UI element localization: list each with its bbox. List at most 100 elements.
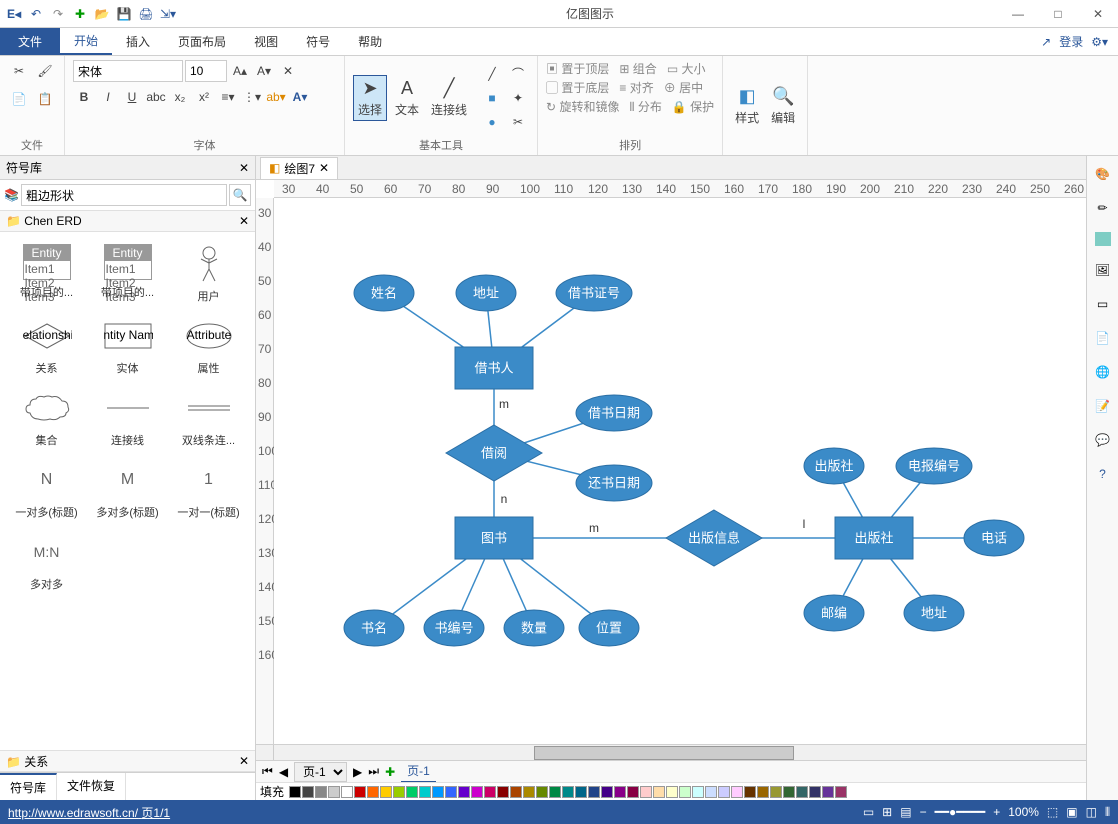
tab-file-recovery[interactable]: 文件恢复	[57, 773, 126, 800]
close-library-icon[interactable]: ✕	[239, 214, 249, 228]
close-collapsed-icon[interactable]: ✕	[239, 754, 249, 768]
page-nav-next[interactable]: ▶	[353, 765, 362, 779]
size-button[interactable]: ▭ 大小	[667, 60, 706, 77]
font-size-select[interactable]	[185, 60, 227, 82]
close-button[interactable]: ✕	[1078, 0, 1118, 28]
style-button[interactable]: ◧ 样式	[731, 84, 763, 128]
color-swatch[interactable]	[744, 786, 756, 798]
print-icon[interactable]: 🖨	[136, 4, 156, 24]
color-swatch[interactable]	[614, 786, 626, 798]
clear-format-icon[interactable]: ✕	[277, 60, 299, 82]
color-swatch[interactable]	[731, 786, 743, 798]
bold-button[interactable]: B	[73, 86, 95, 108]
globe-icon[interactable]: 🌐	[1093, 362, 1113, 382]
tab-insert[interactable]: 插入	[112, 28, 164, 55]
font-name-select[interactable]	[73, 60, 183, 82]
fit-icon-2[interactable]: ▣	[1066, 805, 1077, 819]
page-nav-first[interactable]: ⏮	[262, 764, 273, 779]
page-tab[interactable]: 页-1	[401, 760, 436, 783]
color-swatch[interactable]	[341, 786, 353, 798]
color-swatch[interactable]	[640, 786, 652, 798]
color-swatch[interactable]	[809, 786, 821, 798]
color-swatch[interactable]	[796, 786, 808, 798]
tab-help[interactable]: 帮助	[344, 28, 396, 55]
view-mode-2[interactable]: ⊞	[882, 805, 892, 819]
zoom-slider[interactable]: ━━●━━━━	[935, 805, 986, 819]
view-mode-1[interactable]: ▭	[863, 805, 874, 819]
page-nav-prev[interactable]: ◀	[279, 765, 288, 779]
color-swatch[interactable]	[692, 786, 704, 798]
view-mode-3[interactable]: ▤	[900, 805, 911, 819]
theme-icon[interactable]: 🎨	[1093, 164, 1113, 184]
color-swatch[interactable]	[822, 786, 834, 798]
shape-cardinality-mn[interactable]: M:N多对多	[8, 528, 85, 596]
color-swatch[interactable]	[328, 786, 340, 798]
highlight-icon[interactable]: ab▾	[265, 86, 287, 108]
document-tab[interactable]: ◧ 绘图7 ✕	[260, 157, 338, 179]
page-setup-icon[interactable]: 📄	[1093, 328, 1113, 348]
color-swatch[interactable]	[757, 786, 769, 798]
pen-icon[interactable]: ✏	[1093, 198, 1113, 218]
align-button[interactable]: ≡ 对齐	[619, 79, 653, 96]
star-icon[interactable]: ✦	[507, 87, 529, 109]
color-swatch[interactable]	[367, 786, 379, 798]
app-menu-icon[interactable]: E◂	[4, 4, 24, 24]
tab-symbol-lib[interactable]: 符号库	[0, 773, 57, 800]
fit-icon-1[interactable]: ⬚	[1047, 805, 1058, 819]
paste-icon[interactable]: 📋	[34, 88, 56, 110]
layer-icon[interactable]: ▭	[1093, 294, 1113, 314]
fill-color-icon[interactable]	[1095, 232, 1111, 246]
cut-icon[interactable]: ✂	[8, 60, 30, 82]
note-icon[interactable]: 📝	[1093, 396, 1113, 416]
color-swatch[interactable]	[523, 786, 535, 798]
page-select[interactable]: 页-1	[294, 762, 347, 782]
shape-attribute[interactable]: Attribute属性	[170, 312, 247, 380]
protect-button[interactable]: 🔒 保护	[672, 98, 714, 115]
zoom-level[interactable]: 100%	[1008, 805, 1039, 819]
color-swatch[interactable]	[666, 786, 678, 798]
settings-icon[interactable]: ⚙▾	[1091, 35, 1108, 49]
minimize-button[interactable]: —	[998, 0, 1038, 28]
shape-entity[interactable]: Entity Name实体	[89, 312, 166, 380]
format-painter-icon[interactable]: 🖌	[34, 60, 56, 82]
color-swatch[interactable]	[302, 786, 314, 798]
color-swatch[interactable]	[432, 786, 444, 798]
italic-button[interactable]: I	[97, 86, 119, 108]
color-swatch[interactable]	[497, 786, 509, 798]
text-tool-button[interactable]: A 文本	[391, 76, 423, 120]
connector-tool-button[interactable]: ╱ 连接线	[427, 76, 471, 120]
font-color-icon[interactable]: A▾	[289, 86, 311, 108]
color-swatch[interactable]	[419, 786, 431, 798]
rotate-button[interactable]: ↻ 旋转和镜像	[546, 98, 619, 115]
color-swatch[interactable]	[679, 786, 691, 798]
close-panel-icon[interactable]: ✕	[239, 161, 249, 175]
bring-front-button[interactable]: ▣ 置于顶层	[546, 60, 609, 77]
color-swatch[interactable]	[575, 786, 587, 798]
zoom-out[interactable]: −	[920, 805, 927, 819]
line-spacing-icon[interactable]: ≡▾	[217, 86, 239, 108]
open-icon[interactable]: 📂	[92, 4, 112, 24]
decrease-font-icon[interactable]: A▾	[253, 60, 275, 82]
ellipse-icon[interactable]: ●	[481, 111, 503, 133]
distribute-button[interactable]: ⫴ 分布	[629, 98, 661, 115]
share-icon[interactable]: ↗	[1041, 35, 1051, 49]
superscript-button[interactable]: x²	[193, 86, 215, 108]
fit-icon-4[interactable]: ⫴	[1105, 805, 1110, 820]
image-icon[interactable]: 🖼	[1093, 260, 1113, 280]
library-header[interactable]: 📁 Chen ERD ✕	[0, 210, 255, 232]
shape-set[interactable]: 集合	[8, 384, 85, 452]
shape-relationship[interactable]: Relationship关系	[8, 312, 85, 380]
rect-icon[interactable]: ■	[481, 87, 503, 109]
color-swatch[interactable]	[718, 786, 730, 798]
shape-cardinality-m[interactable]: M多对多(标题)	[89, 456, 166, 524]
color-swatch[interactable]	[380, 786, 392, 798]
export-icon[interactable]: ⇲▾	[158, 4, 178, 24]
line-icon[interactable]: ╱	[481, 63, 503, 85]
zoom-in[interactable]: +	[993, 805, 1000, 819]
color-swatch[interactable]	[770, 786, 782, 798]
center-button[interactable]: ⊕ 居中	[664, 79, 703, 96]
crop-icon[interactable]: ✂	[507, 111, 529, 133]
bullet-icon[interactable]: ⋮▾	[241, 86, 263, 108]
symbol-search-input[interactable]	[21, 184, 227, 206]
select-tool-button[interactable]: ➤ 选择	[353, 75, 387, 121]
